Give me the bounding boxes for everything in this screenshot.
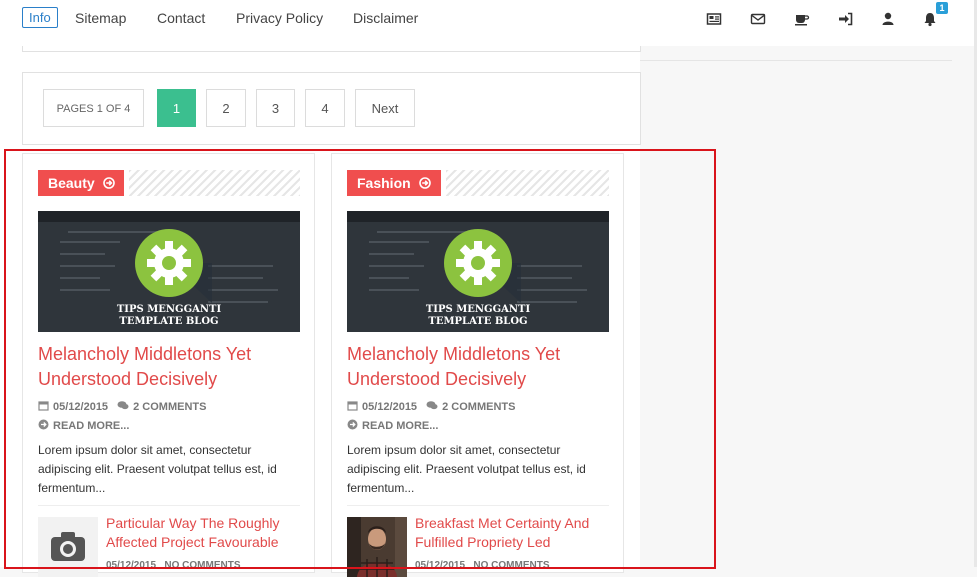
post-date: 05/12/2015 <box>53 401 109 413</box>
post-thumbnail[interactable]: TIPS MENGGANTI TEMPLATE BLOG <box>347 211 609 332</box>
category-label-beauty[interactable]: Beauty <box>38 170 124 196</box>
page-button-3[interactable]: 3 <box>256 89 295 127</box>
page-button-2[interactable]: 2 <box>206 89 246 127</box>
sidebar-divider <box>640 60 952 61</box>
post-title[interactable]: Melancholy Middletons Yet Understood Dec… <box>38 342 300 392</box>
gear-icon <box>444 229 521 303</box>
read-more-link[interactable]: READ MORE... <box>347 419 438 432</box>
sidebar-area <box>640 46 977 567</box>
related-post-meta: 05/12/2015 NO COMMENTS <box>415 560 550 571</box>
person-photo <box>347 517 407 577</box>
comments-icon <box>426 401 442 413</box>
related-post-title[interactable]: Breakfast Met Certainty And Fulfilled Pr… <box>415 514 605 552</box>
category-name: Fashion <box>357 175 411 191</box>
top-navigation-bar: Info Sitemap Contact Privacy Policy Disc… <box>0 0 977 47</box>
post-thumbnail[interactable]: TIPS MENGGANTI TEMPLATE BLOG <box>38 211 300 332</box>
previous-widget-box <box>22 46 641 52</box>
gear-icon <box>135 229 212 303</box>
related-thumbnail[interactable] <box>38 517 98 577</box>
nav-link-sitemap[interactable]: Sitemap <box>75 10 126 26</box>
post-date: 05/12/2015 <box>362 401 418 413</box>
post-meta: 05/12/2015 2 COMMENTS <box>38 400 206 413</box>
post-comments-link[interactable]: 2 COMMENTS <box>442 401 515 413</box>
comments-icon <box>117 401 133 413</box>
pagination-info: PAGES 1 OF 4 <box>43 89 144 127</box>
arrow-circle-right-icon <box>418 170 431 196</box>
notification-count-badge: 1 <box>936 2 948 14</box>
page-button-1[interactable]: 1 <box>157 89 196 127</box>
category-name: Beauty <box>48 175 95 191</box>
read-more-link[interactable]: READ MORE... <box>38 419 129 432</box>
nav-link-privacy-policy[interactable]: Privacy Policy <box>236 10 323 26</box>
category-stripes <box>129 170 300 196</box>
envelope-icon[interactable] <box>750 11 766 27</box>
arrow-circle-right-icon <box>38 419 53 432</box>
nav-link-disclaimer[interactable]: Disclaimer <box>353 10 418 26</box>
user-icon[interactable] <box>880 11 896 27</box>
info-badge[interactable]: Info <box>22 7 58 28</box>
thumbnail-caption: TIPS MENGGANTI TEMPLATE BLOG <box>425 304 531 327</box>
post-excerpt: Lorem ipsum dolor sit amet, consectetur … <box>347 443 586 495</box>
camera-icon <box>51 532 85 561</box>
arrow-circle-right-icon <box>102 170 115 196</box>
related-post-meta: 05/12/2015 NO COMMENTS <box>106 560 241 571</box>
post-title[interactable]: Melancholy Middletons Yet Understood Dec… <box>347 342 609 392</box>
nav-link-contact[interactable]: Contact <box>157 10 205 26</box>
related-post-title[interactable]: Particular Way The Roughly Affected Proj… <box>106 514 296 552</box>
post-comments-link[interactable]: 2 COMMENTS <box>133 401 206 413</box>
category-label-fashion[interactable]: Fashion <box>347 170 441 196</box>
post-excerpt: Lorem ipsum dolor sit amet, consectetur … <box>38 443 277 495</box>
coffee-icon[interactable] <box>794 11 810 27</box>
category-stripes <box>446 170 609 196</box>
post-meta: 05/12/2015 2 COMMENTS <box>347 400 515 413</box>
next-page-button[interactable]: Next <box>355 89 415 127</box>
arrow-circle-right-icon <box>347 419 362 432</box>
calendar-icon <box>347 401 362 413</box>
related-thumbnail[interactable] <box>347 517 407 577</box>
newspaper-icon[interactable] <box>706 11 722 27</box>
card-divider <box>38 505 300 506</box>
page-button-4[interactable]: 4 <box>305 89 345 127</box>
sign-in-icon[interactable] <box>838 11 854 27</box>
calendar-icon <box>38 401 53 413</box>
thumbnail-caption: TIPS MENGGANTI TEMPLATE BLOG <box>116 304 222 327</box>
card-divider <box>347 505 609 506</box>
